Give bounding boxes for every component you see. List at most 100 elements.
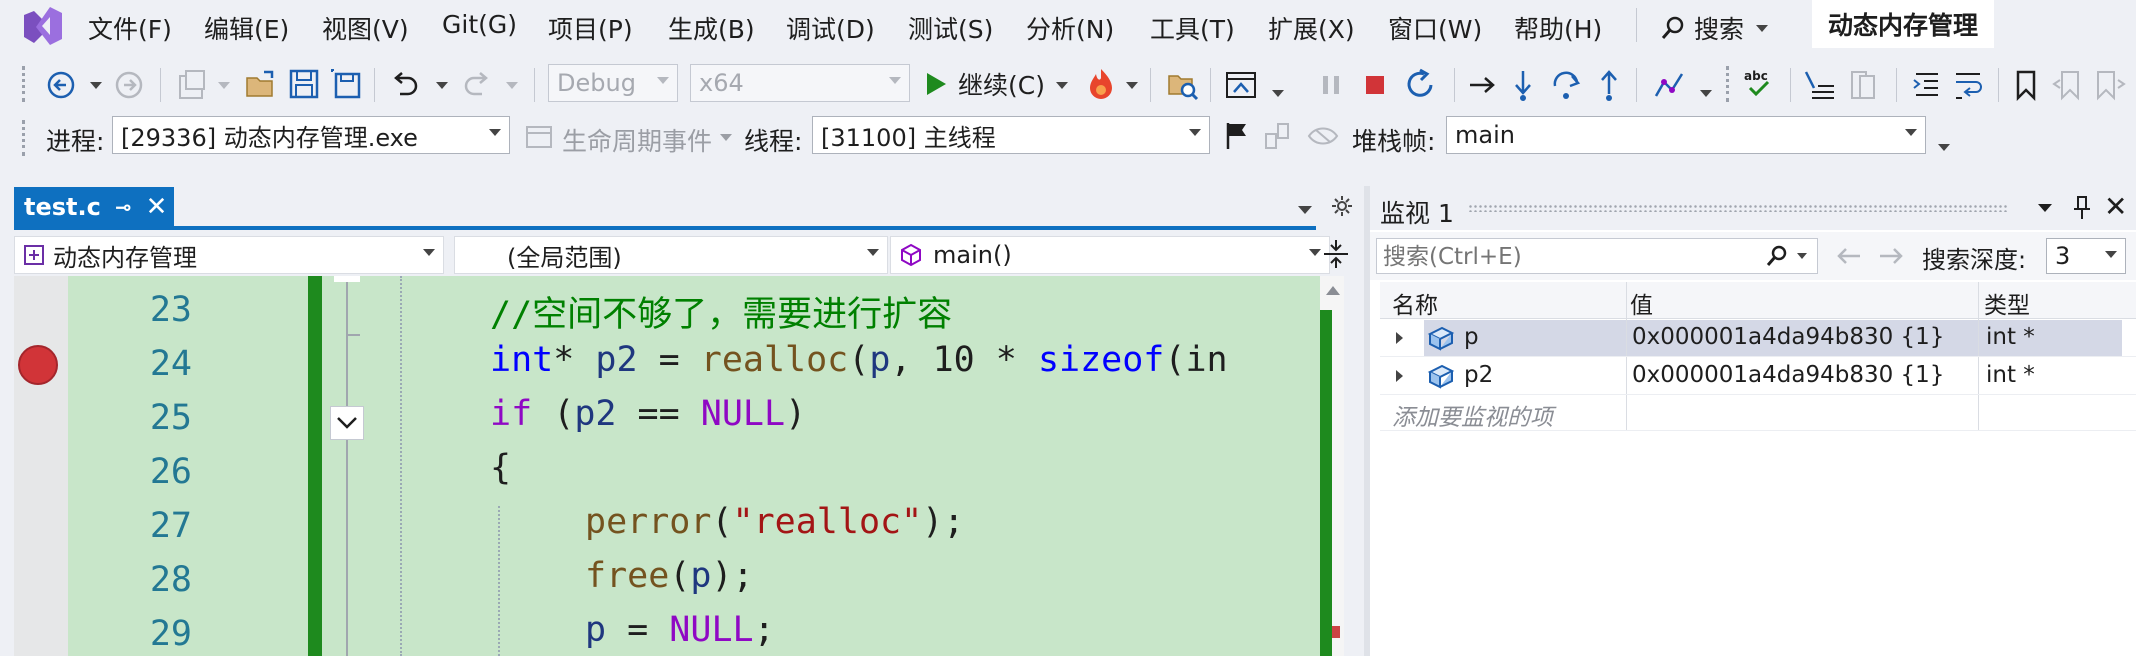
tab-underline: [14, 226, 1316, 230]
column-header-name[interactable]: 名称: [1392, 286, 1438, 320]
outline-collapse-button[interactable]: [330, 406, 364, 440]
table-row[interactable]: p 0x000001a4da94b830 {1} int *: [1380, 320, 2136, 356]
show-next-statement-icon[interactable]: [1466, 70, 1498, 100]
parallel-stacks-icon: [1307, 127, 1339, 145]
code-token: (: [711, 502, 733, 542]
chevron-down-icon[interactable]: [436, 82, 448, 89]
menu-file[interactable]: 文件(F): [88, 10, 172, 46]
open-folder-icon[interactable]: [244, 68, 278, 102]
solution-configuration-select[interactable]: Debug: [548, 64, 678, 102]
solution-platform-select[interactable]: x64: [690, 64, 910, 102]
watch-var-value[interactable]: 0x000001a4da94b830 {1}: [1632, 362, 1944, 388]
toolbar-separator: [160, 68, 161, 102]
diagnostic-tools-icon[interactable]: [1652, 68, 1686, 102]
indent-icon[interactable]: [1910, 68, 1944, 102]
chevron-down-icon[interactable]: [90, 82, 102, 89]
add-watch-row[interactable]: 添加要监视的项: [1380, 394, 2136, 432]
toolbar-grip[interactable]: [22, 66, 29, 102]
continue-button[interactable]: 继续(C): [924, 64, 1045, 104]
code-macro: NULL: [669, 610, 754, 650]
word-wrap-icon[interactable]: [1952, 68, 1986, 102]
scroll-up-icon[interactable]: [1326, 286, 1340, 295]
format-selection-icon[interactable]: [1802, 68, 1838, 102]
redo-icon: [464, 72, 488, 96]
undo-icon[interactable]: [388, 68, 422, 102]
stop-icon[interactable]: [1360, 70, 1390, 100]
indent-guide: [400, 276, 402, 656]
hot-reload-icon[interactable]: [1084, 66, 1118, 102]
restart-icon[interactable]: [1404, 68, 1438, 102]
watch-var-type: int *: [1986, 362, 2035, 388]
menu-tools[interactable]: 工具(T): [1150, 10, 1235, 46]
save-icon[interactable]: [288, 68, 320, 100]
watch-search-box[interactable]: [1376, 238, 1818, 274]
menu-build[interactable]: 生成(B): [668, 10, 755, 46]
global-scope-select[interactable]: (全局范围): [454, 236, 888, 274]
menu-project[interactable]: 项目(P): [548, 10, 633, 46]
project-scope-select[interactable]: 动态内存管理: [14, 236, 444, 274]
menu-extensions[interactable]: 扩展(X): [1268, 10, 1355, 46]
expand-icon[interactable]: [1396, 370, 1403, 382]
expand-icon[interactable]: [1396, 332, 1403, 344]
chevron-down-icon[interactable]: [1700, 90, 1712, 97]
search-depth-select[interactable]: 3: [2046, 238, 2126, 274]
find-in-files-icon[interactable]: [1166, 68, 1200, 102]
menu-help[interactable]: 帮助(H): [1514, 10, 1602, 46]
watch-search-input[interactable]: [1381, 241, 1755, 273]
code-token: , 10 *: [890, 340, 1038, 380]
pin-icon[interactable]: ⊸: [115, 195, 132, 219]
flag-thread-icon[interactable]: [1222, 120, 1252, 152]
close-icon[interactable]: ✕: [2104, 190, 2127, 223]
window-position-dropdown-icon[interactable]: [2038, 204, 2052, 212]
chevron-down-icon[interactable]: [1797, 253, 1807, 259]
process-select[interactable]: [29336] 动态内存管理.exe: [112, 116, 510, 154]
stack-frame-select[interactable]: main: [1446, 116, 1926, 154]
menu-view[interactable]: 视图(V): [322, 10, 409, 46]
pin-icon[interactable]: [2070, 194, 2094, 222]
menu-debug[interactable]: 调试(D): [786, 10, 875, 46]
bookmark-icon[interactable]: [2012, 68, 2040, 102]
thread-select[interactable]: [31100] 主线程: [812, 116, 1210, 154]
gear-icon[interactable]: [1330, 194, 1354, 218]
code-keyword: int: [490, 340, 554, 380]
tab-list-dropdown-icon[interactable]: [1298, 206, 1312, 214]
global-search-button[interactable]: 搜索: [1660, 10, 1769, 46]
menu-git[interactable]: Git(G): [442, 10, 517, 39]
split-editor-icon[interactable]: [1322, 238, 1350, 270]
step-into-icon[interactable]: [1508, 68, 1538, 102]
chevron-down-icon[interactable]: [1272, 90, 1284, 97]
toolbar-grip[interactable]: [22, 120, 29, 156]
menu-window[interactable]: 窗口(W): [1388, 10, 1482, 46]
close-icon[interactable]: ✕: [146, 192, 168, 222]
debug-location-toolbar: 进程: [29336] 动态内存管理.exe 生命周期事件 线程: [31100…: [0, 112, 2136, 168]
toolbar-grip[interactable]: [1726, 66, 1733, 102]
step-out-icon[interactable]: [1594, 68, 1624, 102]
tab-test-c[interactable]: test.c ⊸ ✕: [14, 187, 174, 227]
column-separator[interactable]: [1978, 282, 1979, 318]
watch-var-value[interactable]: 0x000001a4da94b830 {1}: [1632, 324, 1944, 350]
column-separator[interactable]: [1626, 282, 1627, 318]
code-function: realloc: [700, 340, 849, 380]
column-header-value[interactable]: 值: [1630, 286, 1653, 320]
watch-var-name: p2: [1464, 362, 1494, 388]
menu-analyze[interactable]: 分析(N): [1026, 10, 1114, 46]
navigate-back-icon[interactable]: [46, 70, 76, 100]
chevron-down-icon[interactable]: [1056, 82, 1068, 89]
breakpoint-margin[interactable]: [14, 276, 68, 656]
menu-test[interactable]: 测试(S): [908, 10, 993, 46]
breakpoint-marker[interactable]: [18, 345, 58, 385]
title-grip[interactable]: [1468, 204, 2008, 212]
save-all-icon[interactable]: [330, 68, 362, 100]
menu-edit[interactable]: 编辑(E): [204, 10, 289, 46]
add-watch-placeholder[interactable]: 添加要监视的项: [1392, 398, 1553, 432]
function-select[interactable]: main(): [890, 236, 1330, 274]
outline-collapse-box[interactable]: [334, 276, 360, 282]
search-icon[interactable]: [1765, 244, 1789, 268]
step-over-icon[interactable]: [1550, 68, 1584, 102]
chevron-down-icon[interactable]: [1126, 82, 1138, 89]
table-row[interactable]: p2 0x000001a4da94b830 {1} int *: [1380, 358, 2136, 394]
toolbar-overflow-icon[interactable]: [1938, 144, 1950, 151]
application-insights-icon[interactable]: [1224, 68, 1260, 102]
column-header-type[interactable]: 类型: [1984, 286, 2030, 320]
spell-check-icon[interactable]: abc: [1742, 66, 1776, 102]
